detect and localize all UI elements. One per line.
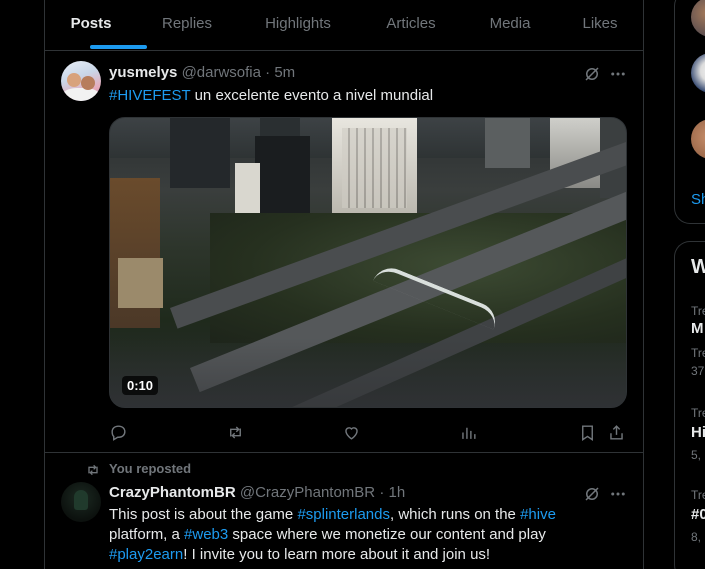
show-more-link[interactable]: Sh: [691, 191, 705, 208]
hashtag-link[interactable]: #play2earn: [109, 546, 183, 563]
trends-title: W: [691, 256, 705, 278]
views-icon[interactable]: [459, 423, 478, 442]
grok-icon[interactable]: [583, 485, 601, 503]
video-duration: 0:10: [122, 376, 159, 395]
bookmark-icon[interactable]: [578, 423, 597, 442]
reply-icon[interactable]: [109, 423, 128, 442]
repost-indicator-icon: [85, 462, 101, 478]
post-header: CrazyPhantomBR @CrazyPhantomBR · 1h: [109, 484, 405, 501]
reposted-label[interactable]: You reposted: [109, 461, 191, 476]
trend-context: Tre: [691, 406, 705, 420]
trend-count: 37: [691, 364, 705, 378]
trend-title: Hi: [691, 424, 705, 441]
post-time[interactable]: 5m: [274, 64, 295, 81]
post-text: #HIVEFEST un excelente evento a nivel mu…: [109, 86, 634, 106]
post-header: yusmelys @darwsofia · 5m: [109, 64, 295, 81]
hashtag-link[interactable]: #splinterlands: [297, 506, 390, 523]
author-handle[interactable]: @darwsofia: [182, 64, 261, 81]
active-tab-indicator: [90, 45, 147, 49]
post-text-body: un excelente evento a nivel mundial: [190, 87, 434, 104]
tab-highlights[interactable]: Highlights: [265, 0, 331, 50]
more-options-icon[interactable]: [609, 485, 627, 503]
hashtag-link[interactable]: #HIVEFEST: [109, 87, 190, 104]
tab-posts[interactable]: Posts: [71, 0, 112, 50]
trends-panel: W Tre M Tre 37 Tre Hi 5, Tre #0 8,: [674, 241, 705, 569]
avatar[interactable]: [61, 482, 101, 522]
timeline-column: Posts Replies Highlights Articles Media …: [44, 0, 644, 569]
tab-articles[interactable]: Articles: [386, 0, 435, 50]
post-text-body: , which runs on the: [390, 506, 521, 523]
post-text-body: This post is about the game: [109, 506, 298, 523]
video-player[interactable]: 0:10: [109, 117, 627, 408]
profile-tabs: Posts Replies Highlights Articles Media …: [45, 0, 643, 51]
like-icon[interactable]: [342, 423, 361, 442]
post-text-body: platform, a: [109, 526, 185, 543]
trend-count: 5,: [691, 448, 702, 462]
share-icon[interactable]: [607, 423, 626, 442]
post-text-body: ! I invite you to learn more about it an…: [183, 546, 491, 563]
trend-context: Tre: [691, 304, 705, 318]
hashtag-link[interactable]: #web3: [184, 526, 228, 543]
trend-title: M: [691, 320, 704, 337]
avatar[interactable]: [691, 0, 705, 37]
more-options-icon[interactable]: [609, 65, 627, 83]
tab-media[interactable]: Media: [490, 0, 531, 50]
post-text: This post is about the game #splinterlan…: [109, 505, 634, 565]
grok-icon[interactable]: [583, 65, 601, 83]
tab-replies[interactable]: Replies: [162, 0, 212, 50]
tab-likes[interactable]: Likes: [582, 0, 617, 50]
avatar[interactable]: [61, 61, 101, 101]
post-text-body: space where we monetize our content and …: [228, 526, 546, 543]
post-actions: [109, 423, 627, 443]
post[interactable]: yusmelys @darwsofia · 5m #HIVEFEST un ex…: [45, 51, 643, 453]
trend-title: #0: [691, 506, 705, 523]
avatar[interactable]: [691, 53, 705, 93]
separator-dot: ·: [379, 484, 385, 501]
author-handle[interactable]: @CrazyPhantomBR: [240, 484, 375, 501]
trend-count: 8,: [691, 530, 702, 544]
separator-dot: ·: [265, 64, 271, 81]
trend-context: Tre: [691, 346, 705, 360]
author-name[interactable]: CrazyPhantomBR: [109, 484, 236, 501]
repost-icon[interactable]: [226, 423, 245, 442]
trend-context: Tre: [691, 488, 705, 502]
post-time[interactable]: 1h: [388, 484, 405, 501]
avatar[interactable]: [691, 119, 705, 159]
hashtag-link[interactable]: #hive: [520, 506, 556, 523]
who-to-follow-panel: Sh: [674, 0, 705, 224]
author-name[interactable]: yusmelys: [109, 64, 177, 81]
